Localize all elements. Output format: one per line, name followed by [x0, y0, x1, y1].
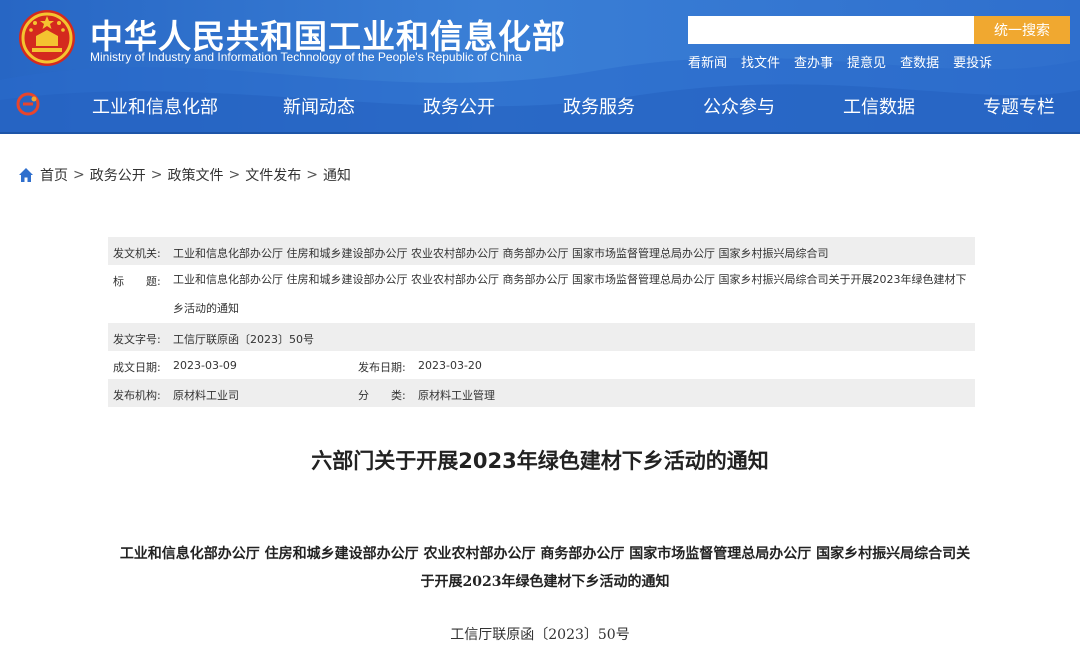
main-nav: 工业和信息化部 新闻动态 政务公开 政务服务 公众参与 工信数据 专题专栏 [0, 78, 1080, 134]
breadcrumb: 首页 > 政务公开 > 政策文件 > 文件发布 > 通知 [18, 165, 351, 185]
quick-link-services[interactable]: 查办事 [794, 52, 833, 71]
quick-link-news[interactable]: 看新闻 [688, 52, 727, 71]
quick-link-feedback[interactable]: 提意见 [847, 52, 886, 71]
org-label: 发布机构: [113, 389, 161, 402]
nav-item-public-participation[interactable]: 公众参与 [703, 93, 775, 119]
category-value: 原材料工业管理 [418, 389, 495, 402]
created-date-label: 成文日期: [113, 361, 161, 374]
nav-item-services[interactable]: 政务服务 [563, 93, 635, 119]
doc-number-value: 工信厅联原函〔2023〕50号 [173, 333, 314, 346]
info-row-title: 标 题: 工业和信息化部办公厅 住房和城乡建设部办公厅 农业农村部办公厅 商务部… [108, 265, 975, 323]
site-title-english: Ministry of Industry and Information Tec… [90, 50, 522, 64]
article-title: 六部门关于开展2023年绿色建材下乡活动的通知 [311, 449, 769, 473]
issuer-value: 工业和信息化部办公厅 住房和城乡建设部办公厅 农业农村部办公厅 商务部办公厅 国… [173, 247, 829, 260]
info-row-doc-number: 发文字号: 工信厅联原函〔2023〕50号 [108, 323, 975, 351]
info-row-issuer: 发文机关: 工业和信息化部办公厅 住房和城乡建设部办公厅 农业农村部办公厅 商务… [108, 237, 975, 265]
info-row-org-category: 发布机构: 原材料工业司 分 类: 原材料工业管理 [108, 379, 975, 407]
document-info-table: 发文机关: 工业和信息化部办公厅 住房和城乡建设部办公厅 农业农村部办公厅 商务… [108, 237, 975, 407]
published-date-label: 发布日期: [358, 361, 406, 374]
title-value: 工业和信息化部办公厅 住房和城乡建设部办公厅 农业农村部办公厅 商务部办公厅 国… [173, 273, 967, 315]
national-emblem-icon [19, 10, 75, 66]
breadcrumb-document-release[interactable]: 文件发布 [245, 165, 301, 185]
breadcrumb-notice[interactable]: 通知 [323, 165, 351, 185]
breadcrumb-separator: > [228, 167, 241, 183]
nav-item-special-topics[interactable]: 专题专栏 [983, 93, 1055, 119]
article-subtitle: 工业和信息化部办公厅 住房和城乡建设部办公厅 农业农村部办公厅 商务部办公厅 国… [119, 546, 971, 590]
unified-search-button[interactable]: 统一搜索 [974, 16, 1070, 44]
quick-link-complaint[interactable]: 要投诉 [953, 52, 992, 71]
e-government-logo-icon[interactable] [16, 92, 40, 116]
breadcrumb-separator: > [150, 167, 163, 183]
org-value: 原材料工业司 [173, 389, 239, 402]
category-label: 分 类: [358, 389, 406, 402]
quick-link-data[interactable]: 查数据 [900, 52, 939, 71]
article-doc-number: 工信厅联原函〔2023〕50号 [450, 627, 630, 643]
nav-item-government-affairs[interactable]: 政务公开 [423, 93, 495, 119]
created-date-value: 2023-03-09 [173, 359, 237, 372]
site-header: 中华人民共和国工业和信息化部 Ministry of Industry and … [0, 0, 1080, 134]
search-input[interactable] [688, 16, 974, 44]
breadcrumb-separator: > [306, 167, 318, 183]
nav-item-news[interactable]: 新闻动态 [283, 93, 355, 119]
published-date-value: 2023-03-20 [418, 359, 482, 372]
info-row-dates: 成文日期: 2023-03-09 发布日期: 2023-03-20 [108, 351, 975, 379]
nav-item-data[interactable]: 工信数据 [843, 93, 915, 119]
quick-links: 看新闻 找文件 查办事 提意见 查数据 要投诉 [688, 52, 992, 71]
quick-link-files[interactable]: 找文件 [741, 52, 780, 71]
breadcrumb-policy-documents[interactable]: 政策文件 [167, 165, 223, 185]
home-icon [19, 168, 33, 182]
nav-item-ministry[interactable]: 工业和信息化部 [92, 93, 218, 119]
breadcrumb-home[interactable]: 首页 [40, 165, 68, 185]
issuer-label: 发文机关: [113, 247, 161, 260]
breadcrumb-separator: > [73, 167, 85, 183]
doc-number-label: 发文字号: [113, 333, 161, 346]
breadcrumb-government-affairs[interactable]: 政务公开 [90, 165, 146, 185]
header-divider [0, 132, 1080, 134]
title-label: 标 题: [113, 275, 161, 288]
